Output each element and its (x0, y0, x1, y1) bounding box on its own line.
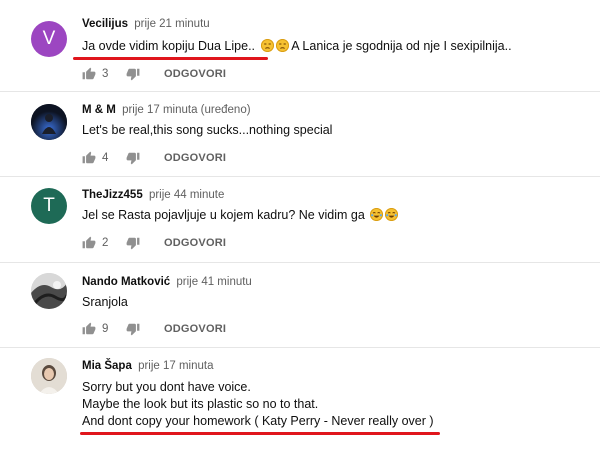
thumbs-down-icon[interactable] (126, 151, 140, 165)
comment-text: Let's be real,this song sucks...nothing … (82, 122, 332, 139)
avatar-image (31, 358, 67, 394)
avatar-image (31, 104, 67, 140)
comment-text: Jel se Rasta pojavljuje u kojem kadru? N… (82, 207, 399, 224)
like-count: 9 (102, 323, 109, 335)
comment-item: M & M prije 17 minuta (uređeno) Let's be… (0, 92, 600, 176)
comment-header: Vecilijus prije 21 minutu (82, 18, 210, 30)
laughing-emoji-icon (385, 208, 399, 221)
avatar[interactable]: T (31, 188, 67, 224)
comment-line: Maybe the look but its plastic so no to … (82, 397, 319, 411)
avatar[interactable] (31, 358, 67, 394)
avatar[interactable] (31, 104, 67, 140)
comment-text: Sranjola (82, 294, 128, 311)
comment-author[interactable]: Nando Matković (82, 276, 170, 288)
thumbs-down-icon[interactable] (126, 322, 140, 336)
comment-line: Let's be real,this song sucks...nothing … (82, 123, 333, 137)
comment-time[interactable]: prije 21 minutu (134, 18, 209, 30)
red-underline-annotation (80, 432, 440, 435)
reply-button[interactable]: ODGOVORI (164, 237, 226, 249)
reply-button[interactable]: ODGOVORI (164, 68, 226, 80)
comment-line: Ja ovde vidim kopiju Dua Lipe.. (82, 39, 256, 53)
avatar[interactable] (31, 273, 67, 309)
comment-line: Sranjola (82, 295, 128, 309)
comment-author[interactable]: TheJizz455 (82, 189, 143, 201)
comment-line: And dont copy your homework ( Katy Perry… (82, 414, 434, 428)
thumbs-up-icon[interactable] (82, 151, 96, 165)
avatar-letter: V (42, 28, 56, 49)
comment-time[interactable]: prije 17 minuta (uređeno) (122, 104, 251, 116)
laughing-emoji-icon (370, 208, 384, 221)
comment-time[interactable]: prije 41 minutu (176, 276, 251, 288)
comment-line: A Lanica je sgodnija od nje I sexipilnij… (291, 39, 512, 53)
thumbs-up-icon[interactable] (82, 322, 96, 336)
avatar[interactable]: V (31, 21, 67, 57)
comment-actions: 2 ODGOVORI (82, 234, 226, 252)
reply-button[interactable]: ODGOVORI (164, 152, 226, 164)
comment-item: V Vecilijus prije 21 minutu Ja ovde vidi… (0, 0, 600, 90)
comment-line: Sorry but you dont have voice. (82, 380, 251, 394)
avatar-image (31, 273, 67, 309)
comment-actions: 4 ODGOVORI (82, 149, 226, 167)
comment-actions: 9 ODGOVORI (82, 320, 226, 338)
comment-item: T TheJizz455 prije 44 minute Jel se Rast… (0, 177, 600, 262)
avatar-letter: T (43, 195, 55, 216)
comment-author[interactable]: Vecilijus (82, 18, 128, 30)
comment-header: M & M prije 17 minuta (uređeno) (82, 104, 251, 116)
comment-author[interactable]: Mia Šapa (82, 360, 132, 372)
thumbs-down-icon[interactable] (126, 67, 140, 81)
like-count: 4 (102, 152, 109, 164)
comment-text: Sorry but you dont have voice. Maybe the… (82, 379, 434, 430)
comment-text: Ja ovde vidim kopiju Dua Lipe.. A Lanica… (82, 38, 512, 55)
comment-actions: 3 ODGOVORI (82, 65, 226, 83)
comment-item: Nando Matković prije 41 minutu Sranjola … (0, 263, 600, 347)
comment-header: TheJizz455 prije 44 minute (82, 189, 224, 201)
thumbs-up-icon[interactable] (82, 236, 96, 250)
unamused-emoji-icon (275, 39, 289, 52)
comment-item: Mia Šapa prije 17 minuta Sorry but you d… (0, 348, 600, 455)
red-underline-annotation (73, 57, 268, 60)
comment-time[interactable]: prije 17 minuta (138, 360, 213, 372)
like-count: 2 (102, 237, 109, 249)
comment-header: Nando Matković prije 41 minutu (82, 276, 252, 288)
comment-line: Jel se Rasta pojavljuje u kojem kadru? N… (82, 208, 365, 222)
comment-header: Mia Šapa prije 17 minuta (82, 360, 214, 372)
comment-author[interactable]: M & M (82, 104, 116, 116)
like-count: 3 (102, 68, 109, 80)
comment-time[interactable]: prije 44 minute (149, 189, 224, 201)
thumbs-down-icon[interactable] (126, 236, 140, 250)
thumbs-up-icon[interactable] (82, 67, 96, 81)
unamused-emoji-icon (260, 39, 274, 52)
reply-button[interactable]: ODGOVORI (164, 323, 226, 335)
